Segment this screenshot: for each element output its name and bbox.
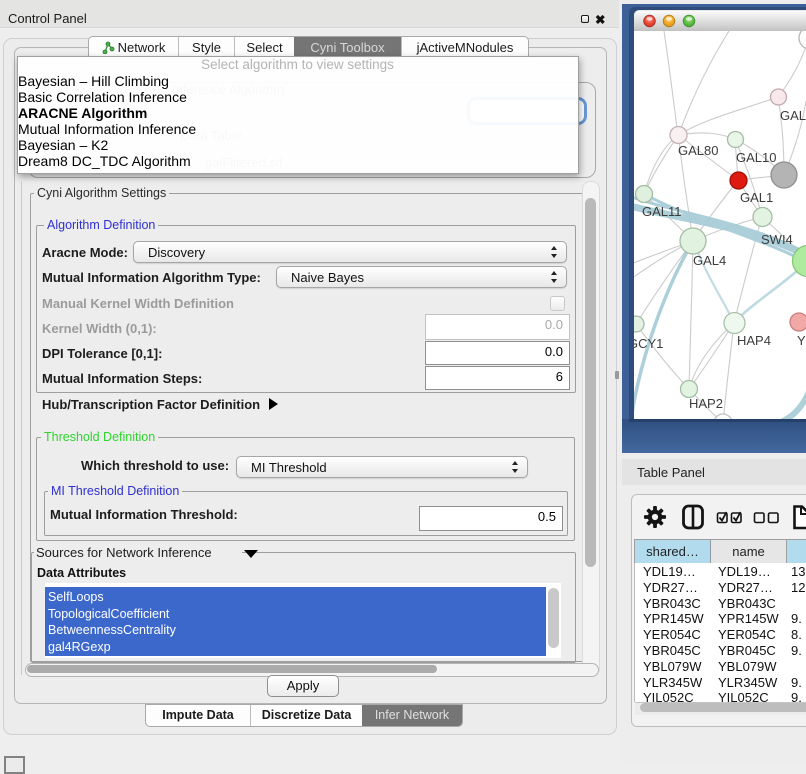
svg-text:GAL10: GAL10 bbox=[736, 150, 776, 165]
svg-text:YML: YML bbox=[797, 333, 806, 348]
svg-text:SWI4: SWI4 bbox=[761, 232, 793, 247]
svg-text:GAL2: GAL2 bbox=[780, 108, 806, 123]
svg-text:HAP4: HAP4 bbox=[737, 333, 771, 348]
svg-text:HAP2: HAP2 bbox=[689, 396, 723, 411]
svg-text:GAL4: GAL4 bbox=[693, 253, 726, 268]
svg-text:GAL11: GAL11 bbox=[642, 204, 682, 219]
svg-text:GAL80: GAL80 bbox=[678, 143, 718, 158]
svg-text:GAL1: GAL1 bbox=[740, 190, 773, 205]
svg-text:GCY1: GCY1 bbox=[634, 336, 663, 351]
